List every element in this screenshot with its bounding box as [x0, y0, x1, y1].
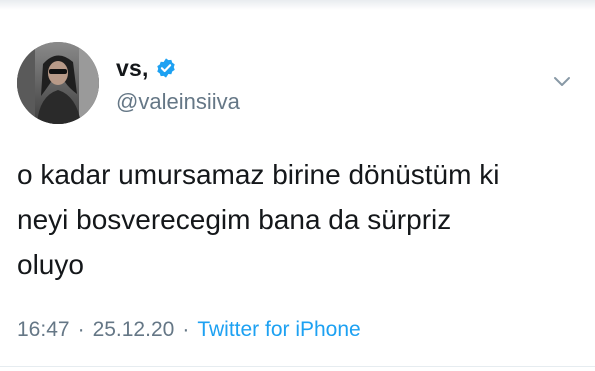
tweet-date[interactable]: 25.12.20 — [93, 318, 175, 342]
meta-separator: · — [182, 318, 190, 341]
tweet-time[interactable]: 16:47 — [17, 318, 70, 342]
avatar-photo-icon — [17, 42, 99, 124]
verified-badge-icon — [155, 57, 177, 79]
meta-separator: · — [77, 318, 85, 341]
tweet-text: o kadar umursamaz birine dönüstüm ki ney… — [17, 159, 500, 280]
bottom-divider — [0, 366, 595, 367]
tweet-card[interactable]: vs, @valeinsiiva o kadar umursamaz birin… — [0, 0, 595, 371]
author-handle[interactable]: @valeinsiiva — [116, 89, 240, 115]
tweet-meta: 16:47 · 25.12.20 · Twitter for iPhone — [17, 318, 361, 342]
chevron-down-icon[interactable] — [553, 76, 571, 88]
avatar[interactable] — [17, 42, 99, 124]
tweet-source-link[interactable]: Twitter for iPhone — [197, 318, 360, 342]
author-name-row[interactable]: vs, — [116, 55, 177, 81]
display-name[interactable]: vs, — [116, 55, 149, 82]
